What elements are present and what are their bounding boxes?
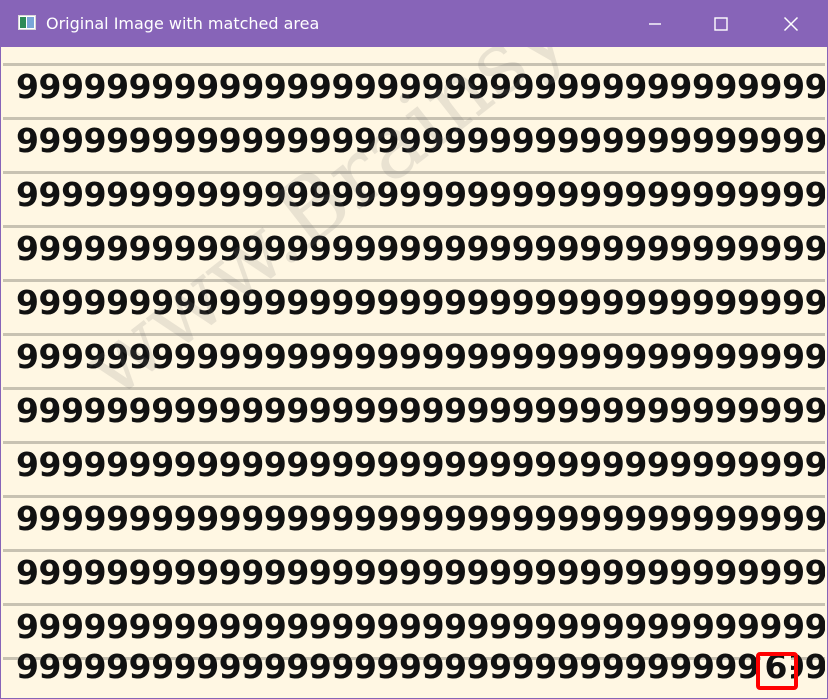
digit-row: 9999999999999999999999999999999999999 [16,121,825,160]
digit-row: 9999999999999999999999999999999999999 [16,445,825,484]
digit-row: 9999999999999999999999999999999999999 [16,391,825,430]
digit-row: 9999999999999999999999999999999999999 [16,337,825,376]
digit-row: 9999999999999999999999999999999999999 [16,175,825,214]
digit-row: 9999999999999999999999999999999999999 [16,283,825,322]
title-bar[interactable]: Original Image with matched area [1,1,827,47]
image-app-icon [18,15,36,30]
matched-area-box [756,652,798,690]
close-button[interactable] [761,1,821,47]
close-icon [783,16,799,32]
image-canvas: 9999999999999999999999999999999999999 99… [3,47,825,697]
digit-row: 999999999999999999999999999999999999 [16,647,825,686]
minimize-button[interactable] [625,1,685,47]
minimize-icon [649,23,661,25]
app-window: Original Image with matched area 9999999… [0,0,828,699]
digit-row: 9999999999999999999999999999999999999 [16,553,825,592]
digit-row: 9999999999999999999999999999999999999 [16,229,825,268]
digit-row: 9999999999999999999999999999999999999 [16,607,825,646]
maximize-button[interactable] [691,1,751,47]
maximize-icon [714,17,728,31]
window-title: Original Image with matched area [46,14,320,33]
digit-row: 9999999999999999999999999999999999999 [16,67,825,106]
digit-row: 9999999999999999999999999999999999999 [16,499,825,538]
